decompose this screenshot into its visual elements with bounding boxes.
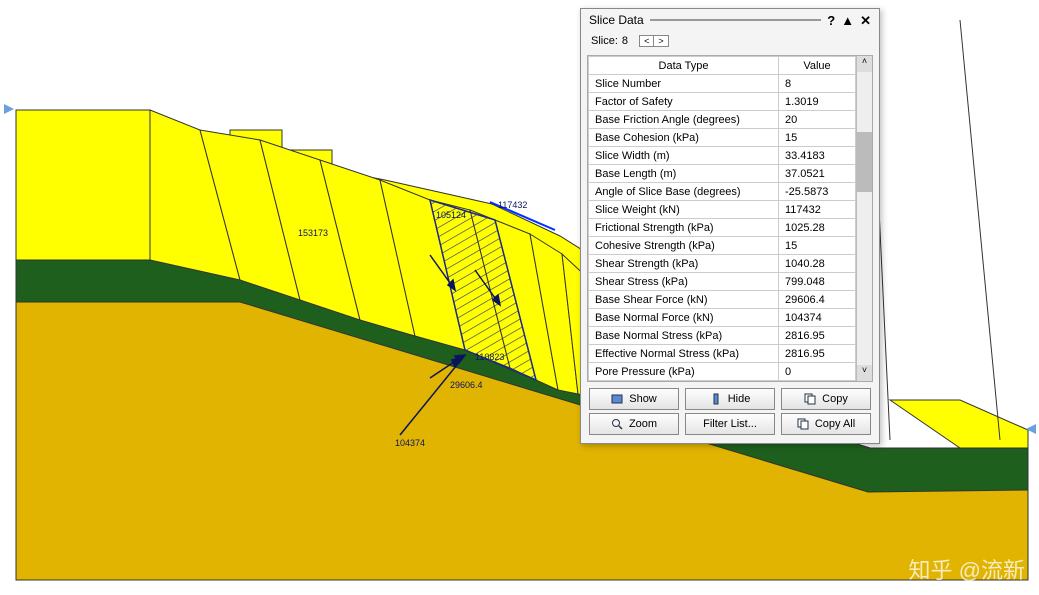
cell-value: 2816.95	[779, 345, 856, 363]
table-row[interactable]: Pore Pressure (kPa)0	[589, 363, 856, 381]
cell-name: Effective Normal Stress (kPa)	[589, 345, 779, 363]
copy-button[interactable]: Copy	[781, 388, 871, 410]
cell-name: Pore Pressure (kPa)	[589, 363, 779, 381]
table-row[interactable]: Shear Strength (kPa)1040.28	[589, 255, 856, 273]
table-row[interactable]: Base Shear Force (kN)29606.4	[589, 291, 856, 309]
copy-all-button[interactable]: Copy All	[781, 413, 871, 435]
show-label: Show	[629, 393, 657, 405]
annotation-a6: 104374	[395, 438, 425, 448]
zoom-icon	[611, 418, 623, 430]
table-row[interactable]: Base Normal Stress (kPa)2816.95	[589, 327, 856, 345]
show-button[interactable]: Show	[589, 388, 679, 410]
table-row[interactable]: Cohesive Strength (kPa)15	[589, 237, 856, 255]
cell-value: 2816.95	[779, 327, 856, 345]
cell-value: -25.5873	[779, 183, 856, 201]
cell-value: 799.048	[779, 273, 856, 291]
table-scrollbar[interactable]: ˄ ˅	[856, 56, 872, 381]
title-separator	[650, 19, 822, 21]
cell-value: 29606.4	[779, 291, 856, 309]
table-row[interactable]: Base Normal Force (kN)104374	[589, 309, 856, 327]
cell-value: 20	[779, 111, 856, 129]
slice-stepper[interactable]: < >	[639, 35, 669, 47]
show-icon	[611, 393, 623, 405]
data-table-wrap: Data Type Value Slice Number8Factor of S…	[587, 55, 873, 382]
table-row[interactable]: Effective Normal Stress (kPa)2816.95	[589, 345, 856, 363]
cell-name: Base Normal Force (kN)	[589, 309, 779, 327]
collapse-icon[interactable]: ▲	[841, 14, 854, 27]
cell-value: 1.3019	[779, 93, 856, 111]
scroll-thumb[interactable]	[857, 132, 872, 192]
slice-value: 8	[622, 35, 628, 47]
table-row[interactable]: Base Friction Angle (degrees)20	[589, 111, 856, 129]
table-row[interactable]: Base Length (m)37.0521	[589, 165, 856, 183]
table-row[interactable]: Angle of Slice Base (degrees)-25.5873	[589, 183, 856, 201]
help-icon[interactable]: ?	[827, 14, 835, 27]
table-row[interactable]: Slice Weight (kN)117432	[589, 201, 856, 219]
cell-value: 33.4183	[779, 147, 856, 165]
table-row[interactable]: Slice Width (m)33.4183	[589, 147, 856, 165]
slice-next-icon[interactable]: >	[654, 36, 667, 46]
cell-name: Angle of Slice Base (degrees)	[589, 183, 779, 201]
annotation-a5: 29606.4	[450, 380, 483, 390]
cell-value: 8	[779, 75, 856, 93]
cell-value: 117432	[779, 201, 856, 219]
cell-value: 1040.28	[779, 255, 856, 273]
zoom-button[interactable]: Zoom	[589, 413, 679, 435]
left-marker	[4, 104, 14, 114]
table-row[interactable]: Shear Stress (kPa)799.048	[589, 273, 856, 291]
cell-value: 0	[779, 363, 856, 381]
cell-value: 1025.28	[779, 219, 856, 237]
cell-value: 37.0521	[779, 165, 856, 183]
copy-all-label: Copy All	[815, 418, 855, 430]
table-row[interactable]: Factor of Safety1.3019	[589, 93, 856, 111]
panel-titlebar[interactable]: Slice Data ? ▲ ✕	[581, 9, 879, 31]
cell-name: Slice Number	[589, 75, 779, 93]
right-wedge	[890, 400, 1028, 448]
table-row[interactable]: Frictional Strength (kPa)1025.28	[589, 219, 856, 237]
table-row[interactable]: Base Cohesion (kPa)15	[589, 129, 856, 147]
cell-name: Cohesive Strength (kPa)	[589, 237, 779, 255]
cell-value: 15	[779, 237, 856, 255]
cell-name: Factor of Safety	[589, 93, 779, 111]
cell-name: Frictional Strength (kPa)	[589, 219, 779, 237]
hide-icon	[710, 393, 722, 405]
filter-label: Filter List...	[703, 418, 757, 430]
col-header-value[interactable]: Value	[779, 57, 856, 75]
table-row[interactable]: Slice Number8	[589, 75, 856, 93]
cell-value: 15	[779, 129, 856, 147]
slice-label: Slice:	[591, 35, 618, 47]
cell-name: Base Shear Force (kN)	[589, 291, 779, 309]
cell-name: Base Cohesion (kPa)	[589, 129, 779, 147]
slope-canvas	[0, 0, 1039, 595]
cell-name: Base Length (m)	[589, 165, 779, 183]
copy-icon	[804, 393, 816, 405]
annotation-a3: 153173	[298, 228, 328, 238]
filter-list-button[interactable]: Filter List...	[685, 413, 775, 435]
hide-button[interactable]: Hide	[685, 388, 775, 410]
slice-data-panel: Slice Data ? ▲ ✕ Slice: 8 < > Data Type …	[580, 8, 880, 444]
cell-value: 104374	[779, 309, 856, 327]
annotation-weight: 117432	[498, 200, 527, 210]
cell-name: Slice Weight (kN)	[589, 201, 779, 219]
annotation-a4: 110823	[475, 352, 504, 362]
annotation-a2: 105124	[436, 210, 466, 220]
scroll-track[interactable]	[857, 192, 872, 365]
hide-label: Hide	[728, 393, 751, 405]
scroll-down-icon[interactable]: ˅	[857, 365, 872, 381]
cell-name: Shear Strength (kPa)	[589, 255, 779, 273]
col-header-type[interactable]: Data Type	[589, 57, 779, 75]
copy-label: Copy	[822, 393, 848, 405]
copy-all-icon	[797, 418, 809, 430]
right-bound2	[960, 20, 1000, 440]
cell-name: Slice Width (m)	[589, 147, 779, 165]
slice-prev-icon[interactable]: <	[640, 36, 654, 46]
cell-name: Base Normal Stress (kPa)	[589, 327, 779, 345]
close-icon[interactable]: ✕	[860, 14, 871, 27]
cell-name: Shear Stress (kPa)	[589, 273, 779, 291]
data-table[interactable]: Data Type Value Slice Number8Factor of S…	[588, 56, 856, 381]
zoom-label: Zoom	[629, 418, 657, 430]
scroll-up-icon[interactable]: ˄	[857, 56, 872, 72]
panel-title-text: Slice Data	[589, 13, 644, 27]
cell-name: Base Friction Angle (degrees)	[589, 111, 779, 129]
